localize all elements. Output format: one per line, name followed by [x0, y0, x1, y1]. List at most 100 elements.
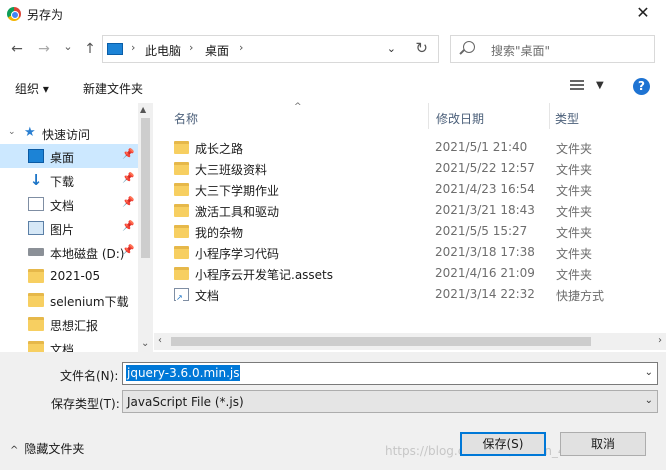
file-date: 2021/5/22 12:57 [435, 161, 535, 175]
scroll-up-icon[interactable]: ▲ [140, 105, 146, 114]
chevron-up-icon: ^ [10, 445, 19, 456]
cancel-button[interactable]: 取消 [560, 432, 646, 456]
chevron-right-icon[interactable]: › [189, 41, 193, 54]
file-date: 2021/3/18 17:38 [435, 245, 535, 259]
star-icon: ★ [24, 125, 36, 140]
folder-icon [28, 269, 44, 283]
file-row[interactable]: 大三班级资料 2021/5/22 12:57 文件夹 [174, 158, 654, 179]
column-header-name[interactable]: 名称 ^ [154, 102, 429, 129]
file-date: 2021/5/5 15:27 [435, 224, 528, 238]
forward-button[interactable]: → [34, 38, 54, 60]
scroll-left-icon[interactable]: ‹ [158, 335, 162, 346]
folder-icon [174, 141, 189, 154]
sidebar-scrollbar[interactable]: ▲ ⌄ [138, 103, 153, 352]
scrollbar-thumb[interactable] [141, 118, 150, 258]
file-row[interactable]: 成长之路 2021/5/1 21:40 文件夹 [174, 137, 654, 158]
file-list: 名称 ^ 修改日期 类型 成长之路 2021/5/1 21:40 文件夹 大三班… [154, 102, 666, 333]
save-button[interactable]: 保存(S) [460, 432, 546, 456]
sidebar-item-downloads[interactable]: ↓ 下载 📌 [0, 168, 138, 192]
file-date: 2021/5/1 21:40 [435, 140, 528, 154]
scroll-down-icon[interactable]: ⌄ [141, 338, 149, 349]
view-options-icon[interactable] [570, 80, 584, 92]
organize-menu[interactable]: 组织 ▾ [15, 80, 49, 97]
file-date: 2021/3/21 18:43 [435, 203, 535, 217]
filetype-label: 保存类型(T): [51, 397, 120, 411]
pin-icon: 📌 [122, 245, 135, 256]
chevron-right-icon[interactable]: › [131, 41, 135, 54]
close-button[interactable]: ✕ [632, 2, 654, 24]
folder-icon [174, 162, 189, 175]
file-row[interactable]: 激活工具和驱动 2021/3/21 18:43 文件夹 [174, 200, 654, 221]
sidebar-item-docs-folder[interactable]: 文档 [0, 336, 138, 352]
sort-up-icon: ^ [294, 102, 302, 112]
folder-icon [174, 267, 189, 280]
file-row[interactable]: 文档 2021/3/14 22:32 快捷方式 [174, 284, 654, 305]
breadcrumb-this-pc[interactable]: 此电脑 [145, 42, 181, 59]
filename-input[interactable]: jquery-3.6.0.min.js ⌄ [122, 362, 658, 385]
column-header-label: 修改日期 [436, 112, 485, 126]
chevron-down-icon[interactable]: ▼ [596, 80, 604, 91]
address-bar[interactable]: › 此电脑 › 桌面 › ⌄ ↻ [102, 35, 439, 63]
file-type: 文件夹 [556, 163, 593, 177]
file-date: 2021/3/14 22:32 [435, 287, 535, 301]
folder-icon [174, 183, 189, 196]
sidebar-item-quick-access[interactable]: ⌄ ★ 快速访问 [0, 121, 138, 145]
file-row[interactable]: 小程序云开发笔记.assets 2021/4/16 21:09 文件夹 [174, 263, 654, 284]
column-header-type[interactable]: 类型 [550, 103, 666, 129]
back-button[interactable]: ← [7, 38, 27, 60]
file-date: 2021/4/23 16:54 [435, 182, 535, 196]
sidebar-item-selenium[interactable]: selenium下载 [0, 288, 138, 312]
horizontal-scrollbar[interactable]: ‹ › [154, 333, 666, 350]
file-name: 文档 [195, 289, 220, 303]
chevron-down-icon[interactable]: ⌄ [645, 367, 653, 378]
pin-icon: 📌 [122, 197, 135, 208]
sidebar-item-label: 2021-05 [50, 269, 101, 283]
window-title: 另存为 [27, 8, 64, 22]
file-name: 小程序学习代码 [195, 247, 280, 261]
up-button[interactable]: ↑ [80, 38, 100, 60]
hide-folders-toggle[interactable]: ^ 隐藏文件夹 [10, 440, 84, 457]
scroll-right-icon[interactable]: › [658, 335, 662, 346]
sidebar-item-pictures[interactable]: 图片 📌 [0, 216, 138, 240]
sidebar-item-reports[interactable]: 思想汇报 [0, 312, 138, 336]
file-row[interactable]: 大三下学期作业 2021/4/23 16:54 文件夹 [174, 179, 654, 200]
help-icon[interactable]: ? [633, 78, 650, 95]
drive-icon [28, 248, 44, 256]
file-name: 成长之路 [195, 142, 244, 156]
sidebar-item-drive-d[interactable]: 本地磁盘 (D:) 📌 [0, 240, 138, 264]
search-placeholder: 搜索"桌面" [491, 44, 551, 58]
sidebar-item-documents[interactable]: 文档 📌 [0, 192, 138, 216]
column-header-date[interactable]: 修改日期 [429, 103, 550, 129]
scrollbar-thumb[interactable] [171, 337, 591, 346]
file-name: 小程序云开发笔记.assets [195, 268, 334, 282]
file-name: 我的杂物 [195, 226, 244, 240]
file-date: 2021/4/16 21:09 [435, 266, 535, 280]
file-row[interactable]: 小程序学习代码 2021/3/18 17:38 文件夹 [174, 242, 654, 263]
search-box[interactable]: 搜索"桌面" [450, 35, 655, 63]
picture-icon [28, 221, 44, 235]
sidebar-item-label: 文档 [50, 343, 75, 352]
filename-value[interactable]: jquery-3.6.0.min.js [126, 365, 241, 381]
new-folder-button[interactable]: 新建文件夹 [83, 80, 143, 97]
sidebar-item-label: 文档 [50, 199, 75, 213]
chevron-right-icon[interactable]: › [239, 41, 243, 54]
refresh-icon[interactable]: ↻ [415, 39, 428, 57]
chevron-down-icon[interactable]: ⌄ [8, 127, 24, 141]
sidebar-item-desktop[interactable]: 桌面 📌 [0, 144, 138, 168]
sidebar-item-label: 本地磁盘 (D:) [50, 247, 125, 261]
sidebar-item-label: 快速访问 [42, 128, 91, 142]
folder-icon [174, 204, 189, 217]
chevron-down-icon[interactable]: ⌄ [387, 42, 396, 55]
save-as-dialog: 另存为 ✕ ← → ⌄ ↑ › 此电脑 › 桌面 › ⌄ ↻ 搜索"桌面" 组织… [0, 0, 666, 470]
breadcrumb-desktop[interactable]: 桌面 [205, 42, 229, 59]
sidebar-item-2021-05[interactable]: 2021-05 [0, 264, 138, 288]
file-row[interactable]: 我的杂物 2021/5/5 15:27 文件夹 [174, 221, 654, 242]
recent-locations-button[interactable]: ⌄ [58, 36, 78, 58]
pin-icon: 📌 [122, 221, 135, 232]
filetype-select[interactable]: JavaScript File (*.js) ⌄ [122, 390, 658, 413]
search-icon [463, 41, 475, 53]
file-type: 文件夹 [556, 226, 593, 240]
sidebar-item-label: 桌面 [50, 151, 75, 165]
download-icon: ↓ [29, 171, 43, 189]
chevron-down-icon[interactable]: ⌄ [645, 395, 653, 406]
